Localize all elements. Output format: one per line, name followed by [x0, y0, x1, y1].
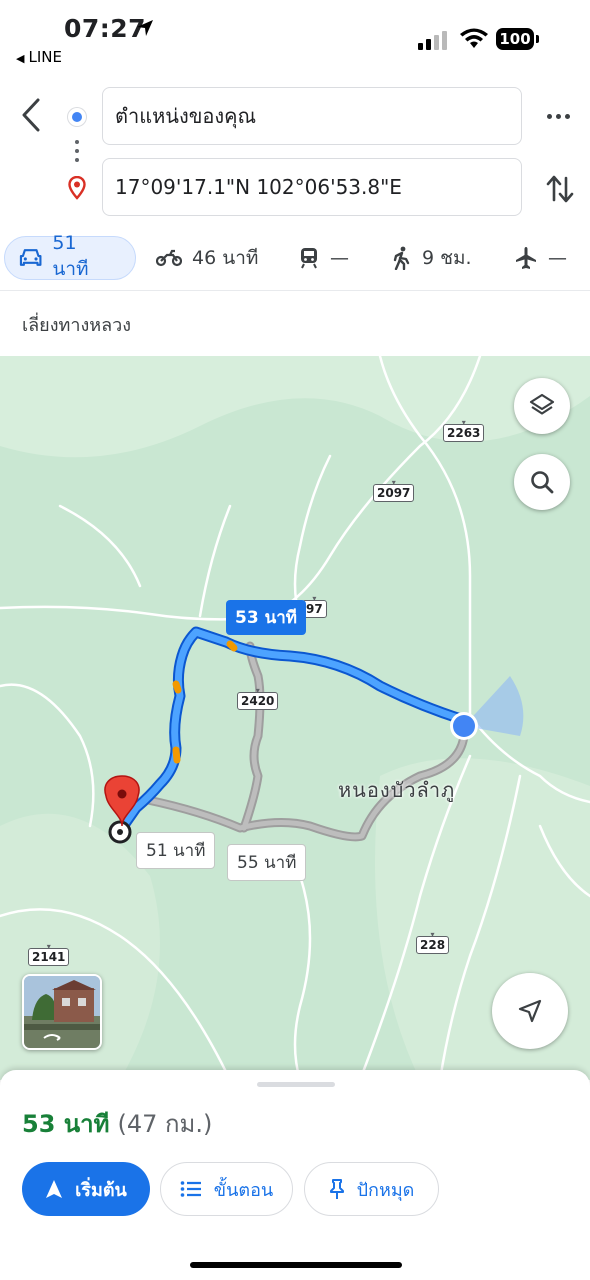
- tab-motorcycle-label: 46 นาที: [192, 247, 259, 269]
- list-icon: [180, 1181, 201, 1197]
- route-bubble-alt-1[interactable]: 51 นาที: [136, 832, 216, 869]
- route-duration: 53 นาที: [22, 1110, 110, 1138]
- tab-motorcycle[interactable]: 46 นาที: [156, 236, 258, 280]
- swap-direction-icon[interactable]: [544, 172, 576, 206]
- travel-mode-tabs: 51 นาที 46 นาที — 9 ชม. —: [0, 232, 590, 284]
- back-arrow-icon[interactable]: [14, 94, 50, 136]
- route-distance: (47 กม.): [117, 1110, 213, 1138]
- location-arrow-icon: [137, 20, 153, 36]
- route-bottom-sheet: 53 นาที (47 กม.) เริ่มต้น ขั้นตอน ปักหมุด: [0, 1070, 590, 1280]
- pin-button-label: ปักหมุด: [356, 1179, 415, 1201]
- road-shield-2097: 2097: [373, 484, 415, 502]
- place-label-nongbua-lamphu: หนองบัวลำภู: [338, 778, 456, 802]
- battery-indicator: 100: [496, 28, 534, 50]
- tab-car-label: 51 นาที: [52, 232, 89, 280]
- route-bubble-main[interactable]: 53 นาที: [226, 600, 306, 635]
- road-shield-2420: 2420: [237, 692, 279, 710]
- origin-input[interactable]: ตำแหน่งของคุณ: [102, 87, 522, 145]
- home-indicator: [190, 1262, 402, 1268]
- sheet-drag-handle[interactable]: [257, 1082, 335, 1087]
- tab-car[interactable]: 51 นาที: [4, 232, 136, 280]
- status-time: 07:27: [64, 14, 147, 43]
- map-view[interactable]: 2263 2097 97 2420 2141 228 หนองบัวลำภู 5…: [0, 356, 590, 1080]
- route-bubble-alt-2[interactable]: 55 นาที: [227, 844, 307, 881]
- navigation-start-icon: [46, 1180, 63, 1198]
- map-search-button[interactable]: [514, 454, 570, 510]
- start-button-label: เริ่มต้น: [75, 1179, 127, 1201]
- walk-icon: [393, 246, 410, 270]
- transit-icon: [301, 248, 317, 269]
- street-view-image: [24, 976, 100, 1048]
- back-app-label: LINE: [28, 48, 62, 66]
- start-navigation-button[interactable]: เริ่มต้น: [22, 1162, 150, 1216]
- steps-button[interactable]: ขั้นตอน: [160, 1162, 293, 1216]
- route-options-note[interactable]: เลี่ยงทางหลวง: [22, 310, 131, 339]
- cellular-signal-icon: [418, 31, 447, 50]
- back-to-app-link[interactable]: ◀ LINE: [16, 48, 62, 66]
- pushpin-icon: [329, 1179, 344, 1199]
- tab-flight-label: —: [548, 247, 567, 269]
- road-shield-228: 228: [416, 936, 450, 954]
- navigation-arrow-icon: [518, 999, 542, 1023]
- motorcycle-icon: [156, 249, 182, 267]
- recenter-button[interactable]: [492, 973, 568, 1049]
- route-connector-dots: [75, 140, 79, 167]
- more-options-button[interactable]: [540, 104, 576, 128]
- tab-walk[interactable]: 9 ชม.: [392, 236, 472, 280]
- tab-transit-label: —: [330, 247, 349, 269]
- tab-walk-label: 9 ชม.: [422, 247, 472, 269]
- tab-flight[interactable]: —: [514, 236, 567, 280]
- layers-icon: [529, 393, 555, 415]
- tab-transit[interactable]: —: [298, 236, 349, 280]
- destination-pin-icon: [68, 176, 86, 200]
- origin-dot-icon: [68, 108, 86, 126]
- back-triangle-icon: ◀: [16, 52, 25, 65]
- destination-input[interactable]: 17°09'17.1"N 102°06'53.8"E: [102, 158, 522, 216]
- street-view-thumbnail[interactable]: [22, 974, 102, 1050]
- car-icon: [19, 249, 42, 266]
- battery-tip: [536, 35, 539, 43]
- steps-button-label: ขั้นตอน: [213, 1179, 274, 1201]
- road-shield-2141: 2141: [28, 948, 70, 966]
- map-canvas: [0, 356, 590, 1080]
- route-summary: 53 นาที (47 กม.): [22, 1104, 212, 1143]
- road-shield-2263: 2263: [443, 424, 485, 442]
- layers-button[interactable]: [514, 378, 570, 434]
- search-icon: [531, 471, 554, 494]
- header-divider: [0, 290, 590, 291]
- flight-icon: [516, 247, 536, 269]
- pin-button[interactable]: ปักหมุด: [304, 1162, 439, 1216]
- wifi-icon: [460, 28, 488, 48]
